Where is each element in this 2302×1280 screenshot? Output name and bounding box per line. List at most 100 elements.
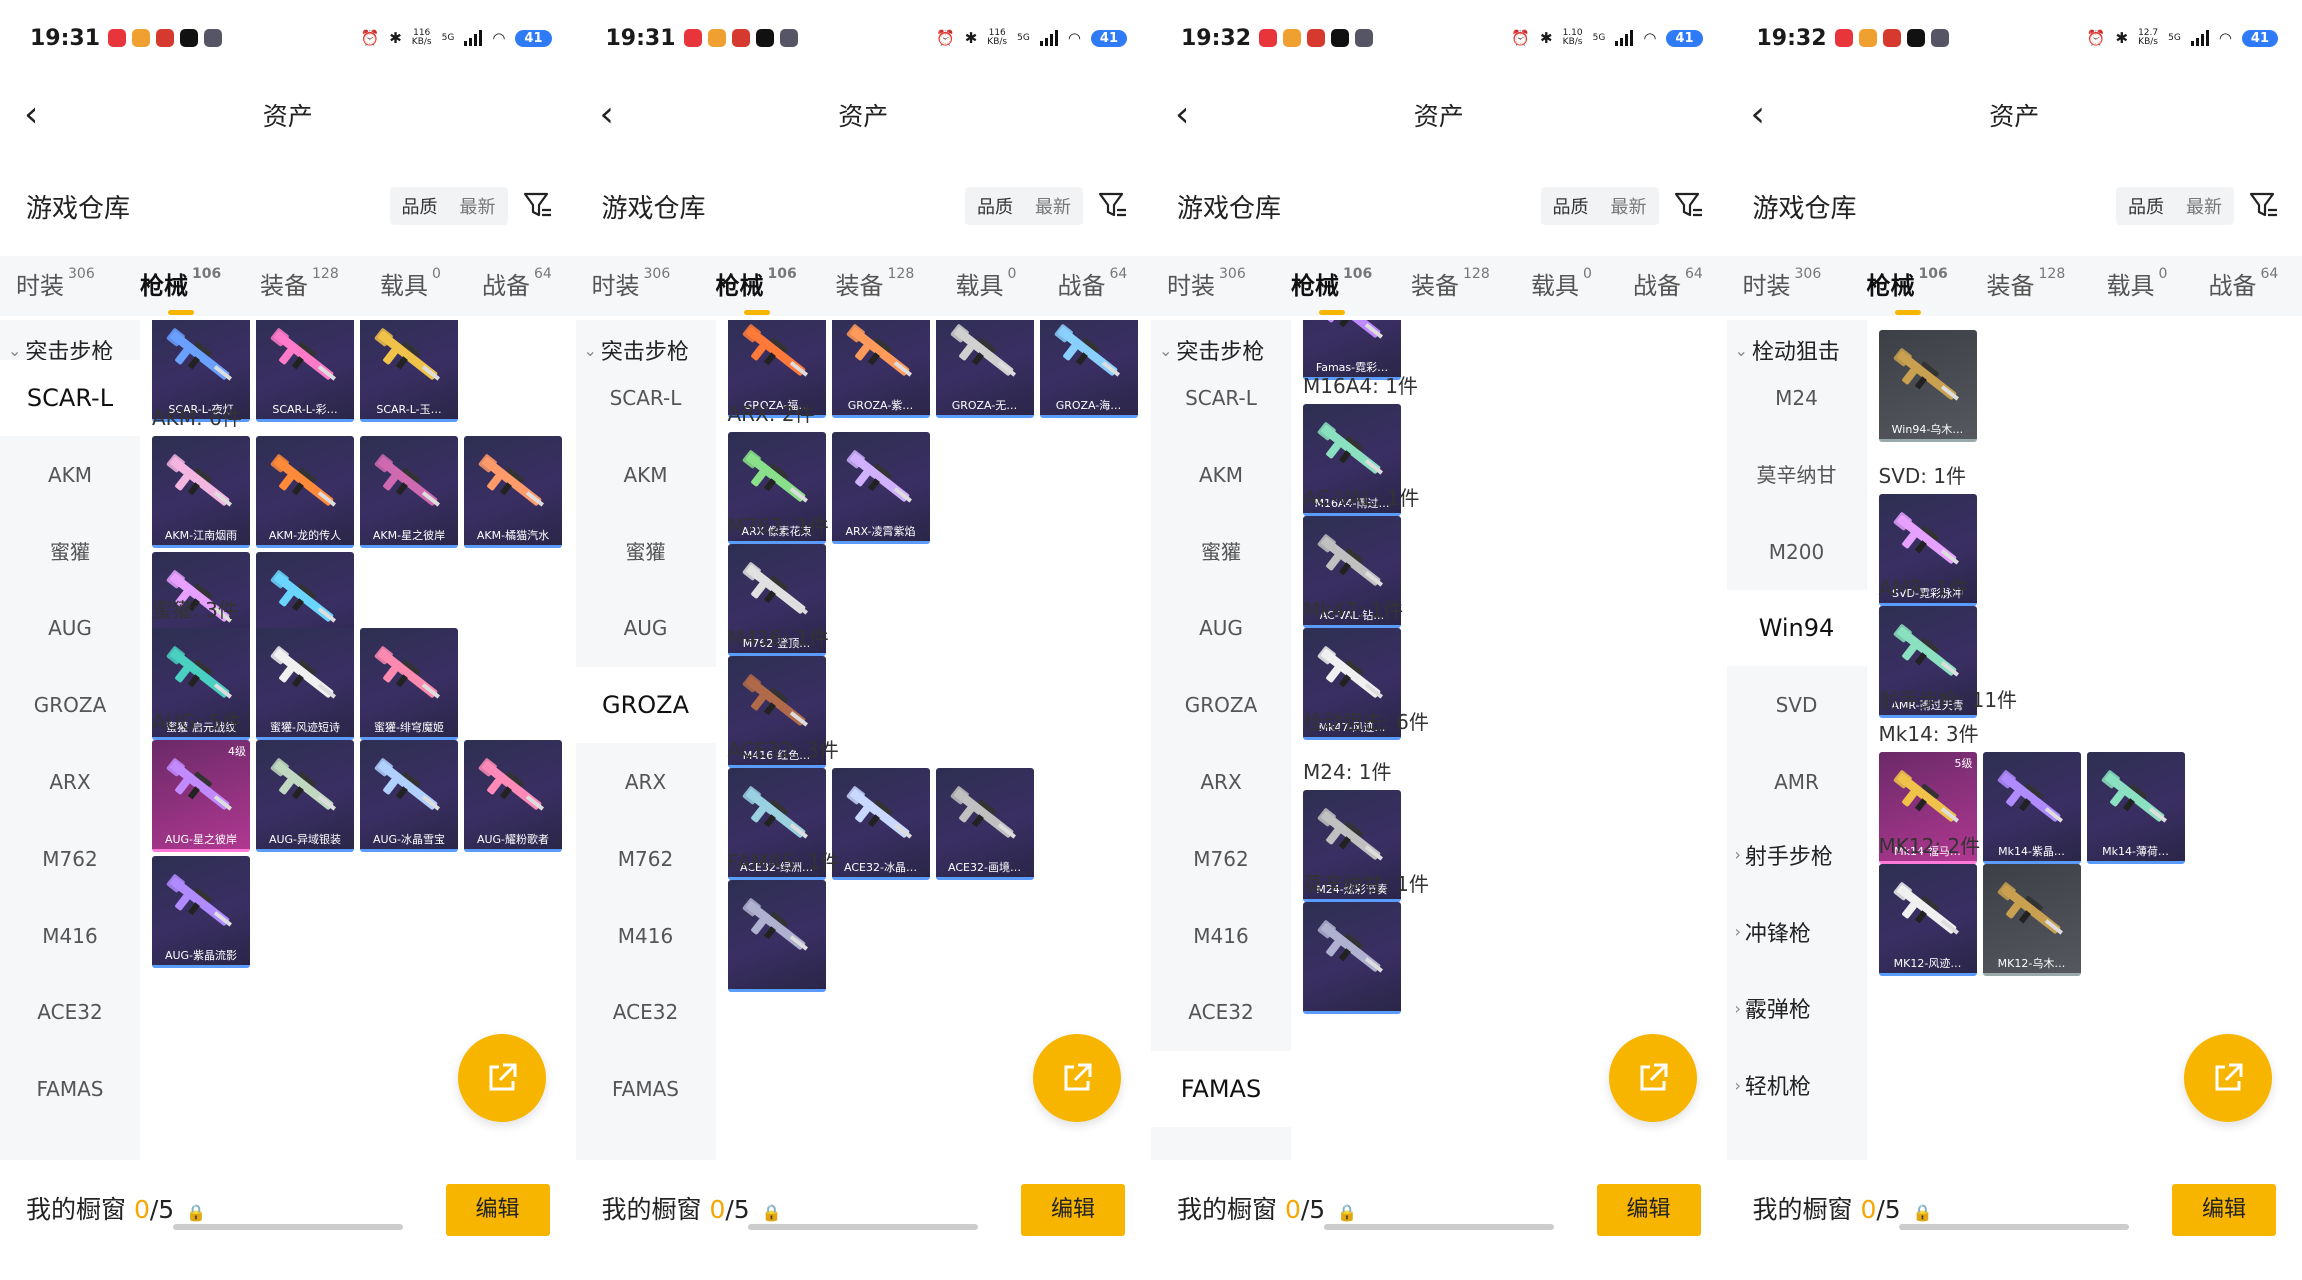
tab-0[interactable]: 时装 306 [592,266,671,301]
sort-latest-button[interactable]: 最新 [460,193,496,219]
sidebar-item[interactable]: AUG [1151,590,1291,666]
sidebar-item[interactable]: AKM [0,437,140,513]
weapon-skin-card[interactable]: AKM-江南烟雨 [152,436,250,548]
tab-1[interactable]: 枪械 106 [1867,266,1948,315]
sort-quality-button[interactable]: 品质 [977,193,1013,219]
sidebar-item[interactable]: SVD [1727,667,1867,743]
weapon-skin-card[interactable]: 蜜獾-风迹短诗 [256,628,354,740]
weapon-skin-card[interactable]: AUG-紫晶流影 [152,856,250,968]
share-button[interactable] [2184,1034,2272,1122]
tab-2[interactable]: 装备 128 [1411,266,1490,301]
sidebar-item[interactable]: FAMAS [576,1051,716,1127]
tab-2[interactable]: 装备 128 [260,266,339,301]
tab-1[interactable]: 枪械 106 [1291,266,1372,315]
weapon-skin-card[interactable]: AUG-耀粉歌者 [464,740,562,852]
home-indicator[interactable] [748,1224,979,1230]
sidebar-item[interactable]: M24 [1727,360,1867,436]
weapon-skin-card[interactable]: Mk14-紫晶… [1982,752,2081,864]
tab-3[interactable]: 载具 0 [2107,266,2168,301]
sidebar-collapsed-group[interactable]: › 冲锋枪 [1735,916,1811,948]
filter-icon[interactable] [522,190,554,222]
sidebar-item[interactable]: 蜜獾 [576,514,716,590]
tab-3[interactable]: 载具 0 [1531,266,1592,301]
sort-quality-button[interactable]: 品质 [1553,193,1589,219]
sidebar-item[interactable]: ACE32 [0,974,140,1050]
sidebar-item[interactable]: SCAR-L [1151,360,1291,436]
home-indicator[interactable] [1899,1224,2130,1230]
sidebar-item[interactable]: ARX [0,744,140,820]
weapon-skin-card[interactable]: GROZA-紫… [831,320,930,418]
weapon-skin-card[interactable] [727,880,826,992]
sidebar-collapsed-group[interactable]: › 射手步枪 [1735,839,1833,871]
sidebar-item[interactable]: M416 [576,898,716,974]
weapon-skin-card[interactable]: SCAR-L-玉… [360,320,458,422]
sidebar-item[interactable]: 蜜獾 [0,514,140,590]
tab-0[interactable]: 时装 306 [1743,266,1822,301]
tab-4[interactable]: 战备 64 [482,266,552,301]
weapon-skin-card[interactable]: SCAR-L-彩… [256,320,354,422]
sidebar-item[interactable]: GROZA [575,667,716,744]
weapon-skin-card[interactable]: AKM-橘猫汽水 [464,436,562,548]
edit-button[interactable]: 编辑 [445,1184,550,1236]
sidebar-item[interactable]: ACE32 [576,974,716,1050]
sort-quality-button[interactable]: 品质 [402,193,438,219]
weapon-skin-card[interactable]: ARX-凌霄紫焰 [831,432,930,544]
weapon-skin-card[interactable]: AKM-龙的传人 [256,436,354,548]
sidebar-item[interactable]: AKM [576,437,716,513]
sidebar-item[interactable]: Win94 [1726,590,1867,667]
sidebar-item[interactable]: GROZA [0,667,140,743]
tab-4[interactable]: 战备 64 [1058,266,1128,301]
weapon-skin-card[interactable] [1303,902,1401,1014]
weapon-skin-card[interactable]: GROZA-海… [1039,320,1138,418]
tab-1[interactable]: 枪械 106 [140,266,221,315]
sidebar-item[interactable]: M762 [1151,821,1291,897]
edit-button[interactable]: 编辑 [1596,1184,1701,1236]
filter-icon[interactable] [2248,190,2280,222]
share-button[interactable] [1033,1034,1121,1122]
sidebar-collapsed-group[interactable]: › 霰弹枪 [1735,992,1811,1024]
tab-3[interactable]: 载具 0 [956,266,1017,301]
sidebar-item[interactable]: SCAR-L [576,360,716,436]
sidebar-item[interactable]: M416 [0,898,140,974]
home-indicator[interactable] [172,1224,403,1230]
weapon-skin-card[interactable]: Mk14-薄荷… [2086,752,2185,864]
tab-3[interactable]: 载具 0 [380,266,441,301]
sort-latest-button[interactable]: 最新 [1611,193,1647,219]
sidebar-item[interactable]: ACE32 [1151,974,1291,1050]
weapon-skin-card[interactable]: Win94-乌木… [1878,330,1977,442]
tab-0[interactable]: 时装 306 [16,266,95,301]
sidebar-item[interactable]: M762 [576,821,716,897]
weapon-skin-card[interactable]: GROZA-无… [935,320,1034,418]
sidebar-item[interactable]: 莫辛纳甘 [1727,437,1867,513]
sidebar-item[interactable]: SCAR-L [0,360,140,436]
weapon-skin-card[interactable]: MK12-乌木… [1982,864,2081,976]
sort-latest-button[interactable]: 最新 [2186,193,2222,219]
sort-latest-button[interactable]: 最新 [1035,193,1071,219]
sidebar-collapsed-group[interactable]: › 轻机枪 [1735,1069,1811,1101]
share-button[interactable] [457,1034,546,1122]
tab-0[interactable]: 时装 306 [1167,266,1246,301]
sidebar-item[interactable]: FAMAS [0,1051,140,1127]
sidebar-item[interactable]: 蜜獾 [1151,514,1291,590]
filter-icon[interactable] [1097,190,1129,222]
weapon-skin-card[interactable]: AKM-星之彼岸 [360,436,458,548]
sidebar-item[interactable]: AMR [1727,744,1867,820]
weapon-skin-card[interactable]: 4级 AUG-星之彼岸 [152,740,250,852]
tab-2[interactable]: 装备 128 [1987,266,2066,301]
share-button[interactable] [1608,1034,1697,1122]
weapon-skin-card[interactable]: ACE32-冰晶… [831,768,930,880]
sidebar-item[interactable]: AUG [576,590,716,666]
tab-4[interactable]: 战备 64 [1633,266,1703,301]
tab-2[interactable]: 装备 128 [836,266,915,301]
sidebar-item[interactable]: M762 [0,821,140,897]
sidebar-item[interactable]: M200 [1727,514,1867,590]
sidebar-item[interactable]: M416 [1151,898,1291,974]
sidebar-item[interactable]: GROZA [1151,667,1291,743]
weapon-skin-card[interactable]: MK12-风迹… [1878,864,1977,976]
sidebar-item[interactable]: FAMAS [1151,1051,1291,1128]
tab-4[interactable]: 战备 64 [2209,266,2279,301]
sidebar-item[interactable]: AUG [0,590,140,666]
weapon-skin-card[interactable]: ACE32-画境… [935,768,1034,880]
sort-quality-button[interactable]: 品质 [2128,193,2164,219]
home-indicator[interactable] [1323,1224,1554,1230]
